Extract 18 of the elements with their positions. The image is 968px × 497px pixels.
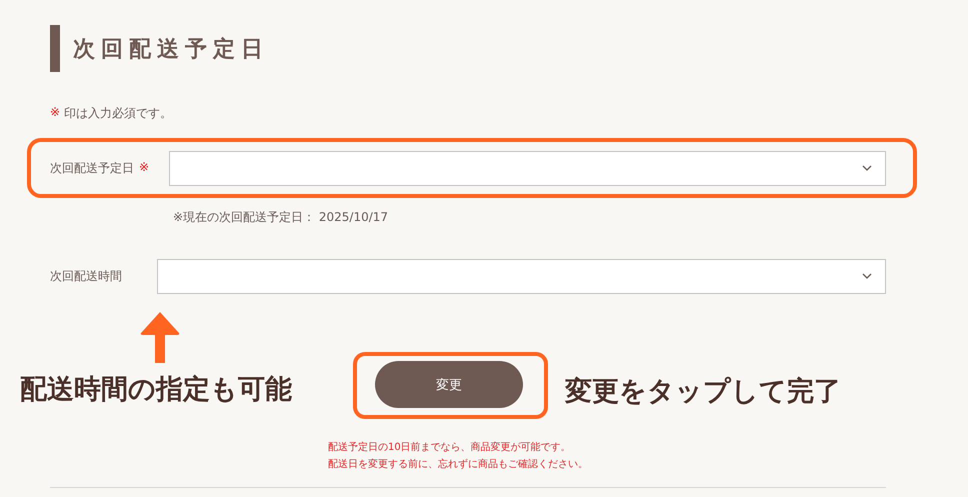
field-label: 次回配送予定日 <box>50 160 134 176</box>
heading-accent-bar <box>50 25 60 72</box>
chevron-down-icon <box>862 165 872 171</box>
chevron-down-icon <box>862 273 872 279</box>
section-title: 次回配送予定日 <box>73 36 269 64</box>
required-mark: ※ <box>139 160 150 176</box>
annotation-caption: 配送時間の指定も可能 <box>20 373 293 407</box>
annotation-caption: 変更をタップして完了 <box>565 375 841 409</box>
current-date-note: ※現在の次回配送予定日： 2025/10/17 <box>173 209 390 226</box>
notice-text: 配送予定日の10日前までなら、商品変更が可能です。 <box>328 440 572 455</box>
required-note: 印は入力必須です。 <box>64 105 172 122</box>
field-label: 次回配送時間 <box>50 268 122 284</box>
select-field[interactable] <box>169 150 886 186</box>
up-arrow-icon <box>140 311 180 363</box>
required-mark: ※ <box>50 105 60 121</box>
notice-text: 配送日を変更する前に、忘れずに商品もご確認ください。 <box>328 458 589 472</box>
change-button[interactable]: 変更 <box>375 361 523 408</box>
select-field[interactable] <box>157 258 886 294</box>
